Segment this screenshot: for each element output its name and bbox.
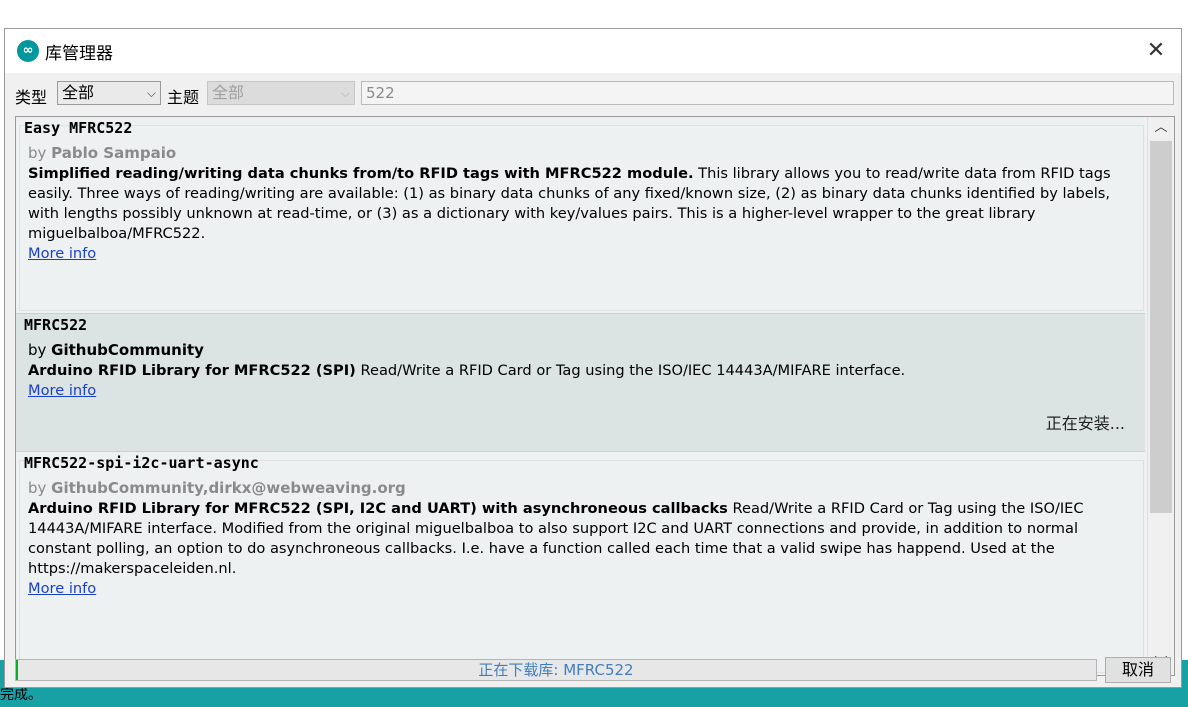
type-label: 类型 — [15, 88, 48, 107]
install-status: 正在安装... — [1045, 414, 1125, 433]
chevron-down-icon: ⌵ — [146, 86, 156, 100]
library-item[interactable]: MFRC522 by GithubCommunity Arduino RFID … — [16, 314, 1145, 452]
filter-bar: 类型 全部 ⌵ 主题 全部 ⌵ 522 — [5, 77, 1181, 109]
library-name: MFRC522 — [24, 316, 88, 334]
library-item[interactable]: MFRC522-spi-i2c-uart-async by GithubComm… — [16, 452, 1145, 675]
library-name: Easy MFRC522 — [24, 119, 133, 137]
library-author: by GithubCommunity — [28, 341, 204, 359]
type-select-value: 全部 — [62, 83, 95, 102]
library-description: Arduino RFID Library for MFRC522 (SPI, I… — [28, 500, 1084, 577]
arduino-infinity-icon: ∞ — [17, 40, 39, 62]
footer-bar: 正在下载库: MFRC522 取消 — [15, 657, 1173, 683]
more-info-link[interactable]: More info — [28, 245, 96, 262]
library-author: by Pablo Sampaio — [28, 144, 177, 162]
dialog-title: 库管理器 — [45, 44, 113, 64]
vertical-scrollbar[interactable]: ︿ ﹀ — [1147, 117, 1174, 675]
type-select[interactable]: 全部 ⌵ — [57, 81, 161, 105]
topic-label: 主题 — [167, 88, 200, 107]
chevron-down-icon: ⌵ — [340, 86, 350, 100]
library-description: Simplified reading/writing data chunks f… — [28, 165, 1111, 242]
library-name: MFRC522-spi-i2c-uart-async — [24, 454, 259, 472]
chevron-up-icon[interactable]: ︿ — [1148, 117, 1174, 139]
cancel-button[interactable]: 取消 — [1105, 657, 1171, 683]
title-bar: ∞ 库管理器 ✕ — [5, 29, 1181, 73]
library-author: by GithubCommunity,dirkx@webweaving.org — [28, 479, 406, 497]
progress-text: 正在下载库: MFRC522 — [478, 661, 634, 679]
search-input[interactable]: 522 — [361, 81, 1174, 105]
library-manager-dialog: ∞ 库管理器 ✕ 类型 全部 ⌵ 主题 全部 ⌵ 522 Easy MFRC52… — [4, 28, 1182, 688]
library-description: Arduino RFID Library for MFRC522 (SPI) R… — [28, 362, 906, 379]
download-progress-bar: 正在下载库: MFRC522 — [15, 659, 1097, 681]
scroll-thumb[interactable] — [1150, 141, 1172, 513]
library-list: Easy MFRC522 by Pablo Sampaio Simplified… — [15, 116, 1175, 676]
library-item[interactable]: Easy MFRC522 by Pablo Sampaio Simplified… — [16, 117, 1145, 314]
topic-select[interactable]: 全部 ⌵ — [207, 81, 355, 105]
more-info-link[interactable]: More info — [28, 382, 96, 399]
topic-select-value: 全部 — [212, 83, 245, 102]
close-button[interactable]: ✕ — [1139, 35, 1173, 67]
more-info-link[interactable]: More info — [28, 580, 96, 597]
